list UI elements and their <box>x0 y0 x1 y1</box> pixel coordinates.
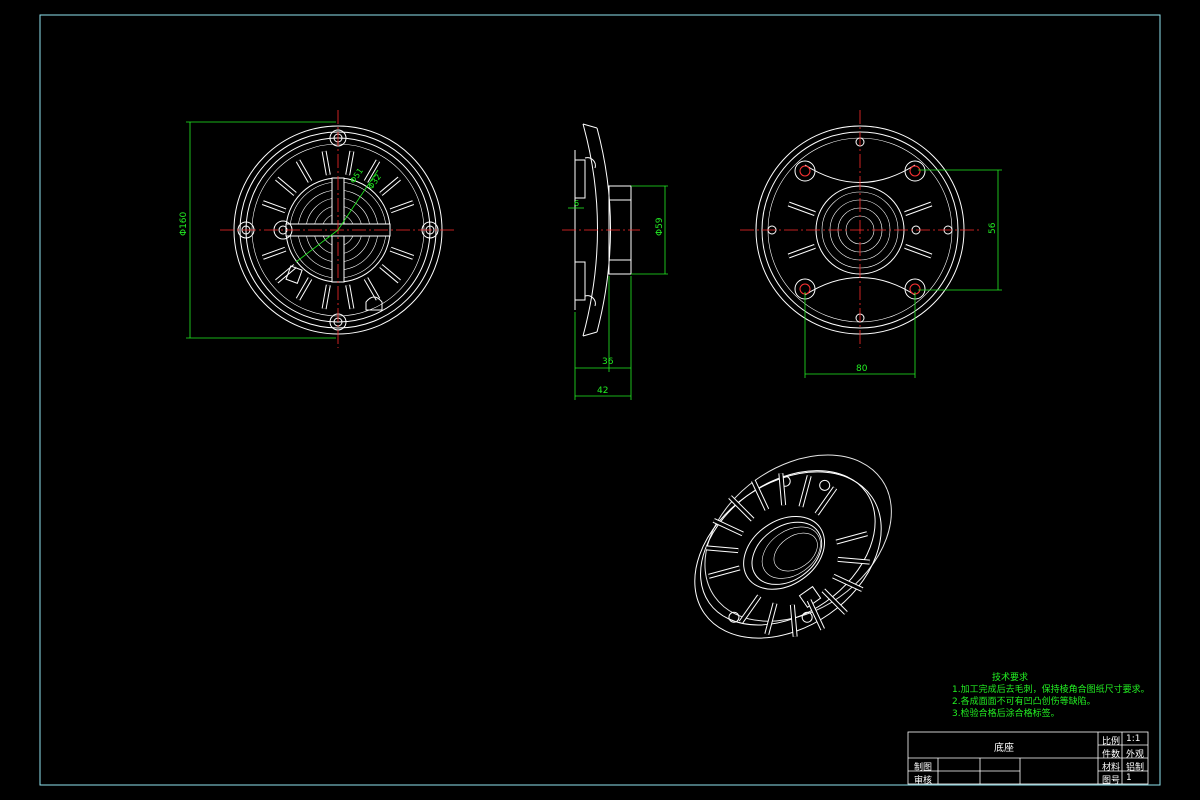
radial-slot <box>379 264 401 283</box>
radial-slot <box>815 486 837 515</box>
radial-slot <box>837 557 870 564</box>
label-checked: 审核 <box>914 776 933 786</box>
technical-note-3: 3.检验合格后涂合格标签。 <box>952 709 1060 719</box>
isometric-view <box>694 454 892 639</box>
dim-side-diameter: Φ59 <box>655 217 665 236</box>
radial-slot <box>322 284 330 310</box>
radial-slot <box>751 480 769 511</box>
dim-side-depth-2: 42 <box>597 386 608 396</box>
radial-slot <box>904 244 932 258</box>
radial-slot <box>322 150 330 176</box>
radial-slot <box>296 277 312 301</box>
dim-side-small: 6 <box>574 199 579 208</box>
part-name: 底座 <box>994 743 1014 754</box>
radial-slot <box>713 518 744 536</box>
radial-slot <box>275 177 297 196</box>
label-quantity: 件数 <box>1102 750 1121 760</box>
radial-slot <box>706 546 739 553</box>
value-quantity: 外观 <box>1126 750 1145 760</box>
radial-slot <box>832 574 863 592</box>
radial-slot <box>904 202 932 216</box>
radial-slot <box>807 599 825 630</box>
label-material: 材料 <box>1102 763 1121 773</box>
dim-rear-vertical: 56 <box>988 222 998 234</box>
radial-slot <box>390 247 414 259</box>
radial-slot <box>390 201 414 213</box>
radial-slot <box>262 247 286 259</box>
side-dimensions <box>568 185 668 400</box>
dim-front-diameter: Φ160 <box>179 211 189 236</box>
label-scale: 比例 <box>1102 737 1121 747</box>
radial-slot <box>835 532 868 544</box>
inner-border <box>70 15 1160 785</box>
radial-slot <box>765 602 777 635</box>
rear-dimensions <box>804 169 1002 378</box>
radial-slot <box>364 277 380 301</box>
radial-slot <box>799 475 811 508</box>
radial-slot <box>788 202 816 216</box>
radial-slot <box>708 566 741 578</box>
technical-notes: 技术要求 1.加工完成后去毛刺，保持棱角合图纸尺寸要求。 2.各成面面不可有凹凸… <box>952 672 1150 720</box>
dim-rear-horizontal: 80 <box>856 364 868 374</box>
technical-note-1: 1.加工完成后去毛刺，保持棱角合图纸尺寸要求。 <box>952 685 1150 695</box>
radial-slot <box>346 284 354 310</box>
radial-slot <box>779 473 786 506</box>
radial-slot <box>346 150 354 176</box>
radial-slot <box>379 177 401 196</box>
value-material: 铝制 <box>1126 763 1145 773</box>
dim-side-depth-1: 36 <box>602 357 614 367</box>
radial-slot <box>788 244 816 258</box>
label-drawing-no: 图号 <box>1102 776 1121 786</box>
radial-slot <box>296 159 312 183</box>
technical-note-2: 2.各成面面不可有凹凸创伤等缺陷。 <box>952 697 1096 707</box>
value-scale: 1:1 <box>1126 734 1141 744</box>
radial-slot <box>262 201 286 213</box>
label-drawn: 制图 <box>914 763 933 773</box>
value-drawing-no: 1 <box>1126 773 1132 783</box>
technical-notes-title: 技术要求 <box>992 673 1029 683</box>
outer-frame <box>39 14 1161 786</box>
front-center-lines <box>220 110 456 348</box>
